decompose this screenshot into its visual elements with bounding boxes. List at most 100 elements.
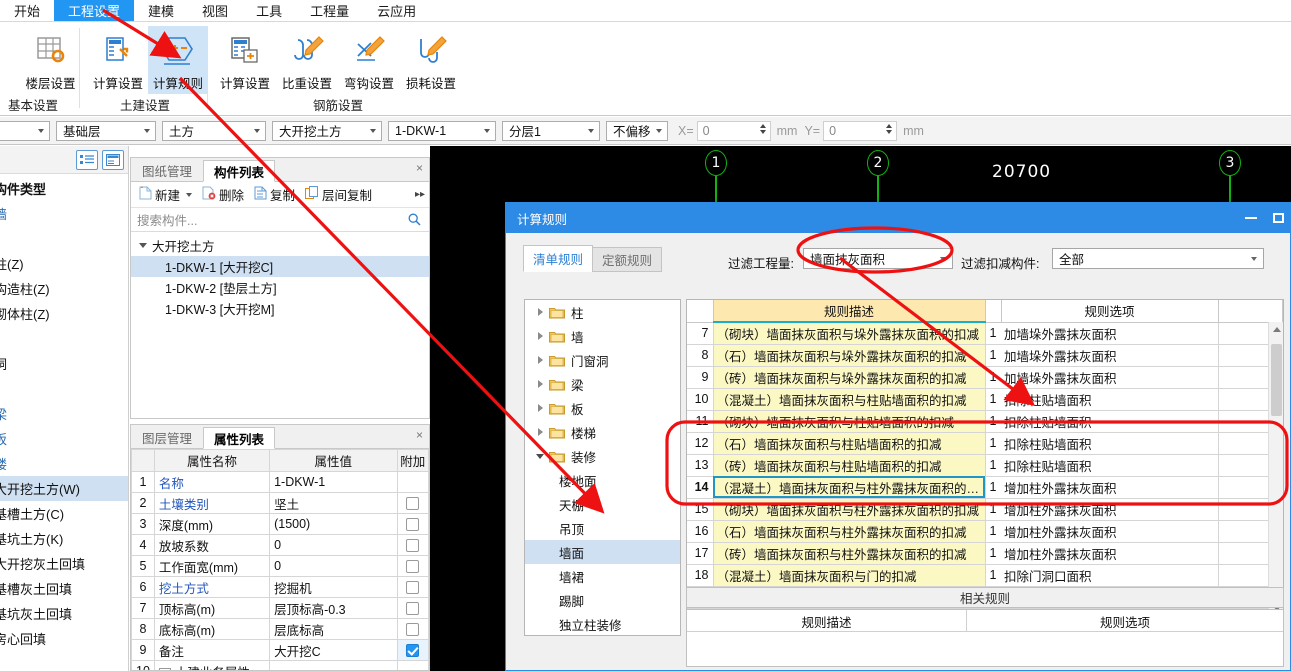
component-toolbar-delete[interactable]: 删除	[198, 185, 248, 204]
rule-tree-node-10[interactable]: 墙面	[525, 540, 680, 564]
rule-description[interactable]: （砌块）墙面抹灰面积与柱外露抹灰面积的扣减	[713, 498, 986, 521]
chevron-right-icon[interactable]	[531, 308, 549, 316]
properties-row[interactable]: 3 深度(mm) (1500)	[131, 513, 429, 535]
combo-layer[interactable]: 分层1	[502, 120, 600, 141]
properties-row-append[interactable]	[396, 597, 429, 619]
component-type-row-16[interactable]: 基槽灰土回填	[0, 576, 128, 601]
properties-row-append[interactable]	[396, 639, 429, 661]
search-component-input[interactable]: 搜索构件...	[131, 208, 429, 232]
properties-row-value[interactable]: (1500)	[269, 513, 398, 535]
rules-table-row[interactable]: 11 （砌块）墙面抹灰面积与柱贴墙面积的扣减 1 扣除柱贴墙面积	[687, 410, 1283, 433]
properties-row-append[interactable]	[396, 513, 429, 535]
chevron-right-icon[interactable]	[531, 404, 549, 412]
chevron-down-icon[interactable]	[531, 453, 549, 459]
ribbon-tab-6[interactable]: 云应用	[363, 0, 430, 21]
properties-row[interactable]: 9 备注 大开挖C	[131, 639, 429, 661]
ribbon-button-floor-settings[interactable]: 楼层设置	[21, 26, 80, 92]
rules-table-row[interactable]: 14 （混凝土）墙面抹灰面积与柱外露抹灰面积的… 1 增加柱外露抹灰面积	[687, 476, 1283, 499]
rule-tree-node-0[interactable]: 柱	[525, 300, 680, 324]
filter-quantity-combo[interactable]: 墙面抹灰面积	[803, 248, 953, 269]
checkbox-icon[interactable]	[406, 644, 420, 658]
component-item-1[interactable]: 1-DKW-2 [垫层土方]	[131, 277, 429, 298]
properties-row[interactable]: 5 工作面宽(mm) 0	[131, 555, 429, 577]
ribbon-button-weight-settings[interactable]: 比重设置	[276, 26, 338, 92]
rule-tree-node-9[interactable]: 吊顶	[525, 516, 680, 540]
ribbon-button-calc-settings[interactable]: 计算设置	[88, 26, 148, 92]
expand-icon[interactable]: +	[158, 667, 171, 670]
rule-description[interactable]: （砌块）墙面抹灰面积与垛外露抹灰面积的扣减	[713, 322, 986, 345]
combo-unnamed[interactable]	[0, 120, 50, 141]
properties-row-value[interactable]: 0	[269, 555, 398, 577]
rule-option[interactable]: 扣除柱贴墙面积	[1001, 388, 1219, 411]
combo-offset[interactable]: 不偏移	[606, 120, 668, 141]
component-type-row-15[interactable]: 大开挖灰土回填	[0, 551, 128, 576]
ribbon-tab-5[interactable]: 工程量	[296, 0, 363, 21]
ribbon-button-loss-settings[interactable]: 损耗设置	[400, 26, 462, 92]
rule-option[interactable]: 增加柱外露抹灰面积	[1001, 542, 1219, 565]
rule-option[interactable]: 扣除柱贴墙面积	[1001, 410, 1219, 433]
ribbon-tab-1[interactable]: 工程设置	[54, 0, 135, 21]
properties-row[interactable]: 6 挖土方式 挖掘机	[131, 576, 429, 598]
component-panel-tab-1[interactable]: 图纸管理	[131, 159, 203, 181]
rule-tree-node-11[interactable]: 墙裙	[525, 564, 680, 588]
rule-option[interactable]: 扣除柱贴墙面积	[1001, 432, 1219, 455]
properties-row-value[interactable]: 大开挖C	[269, 639, 398, 661]
rule-tree-node-5[interactable]: 楼梯	[525, 420, 680, 444]
ribbon-tab-4[interactable]: 工具	[242, 0, 296, 21]
dialog-titlebar[interactable]: 计算规则	[506, 203, 1290, 233]
ribbon-button-calc-rules[interactable]: 计算规则	[148, 26, 208, 94]
rules-table-row[interactable]: 15 （砌块）墙面抹灰面积与柱外露抹灰面积的扣减 1 增加柱外露抹灰面积	[687, 498, 1283, 521]
rules-table-row[interactable]: 9 （砖）墙面抹灰面积与垛外露抹灰面积的扣减 1 加墙垛外露抹灰面积	[687, 366, 1283, 389]
component-type-row-18[interactable]: 房心回填	[0, 626, 128, 651]
rule-description[interactable]: （混凝土）墙面抹灰面积与门的扣减	[713, 564, 986, 587]
close-icon[interactable]: ×	[416, 428, 423, 442]
component-item-2[interactable]: 1-DKW-3 [大开挖M]	[131, 298, 429, 319]
component-type-row-0[interactable]: 构件类型	[0, 176, 128, 201]
spinner-arrows-icon[interactable]	[886, 123, 893, 134]
component-type-row-5[interactable]: 砌体柱(Z)	[0, 301, 128, 326]
minimize-icon[interactable]	[1245, 217, 1257, 219]
chevron-right-icon[interactable]	[531, 332, 549, 340]
ribbon-tab-2[interactable]: 建模	[134, 0, 188, 21]
properties-row-value[interactable]: 挖掘机	[269, 576, 398, 598]
rule-description[interactable]: （石）墙面抹灰面积与柱贴墙面积的扣减	[713, 432, 986, 455]
rule-tree-node-1[interactable]: 墙	[525, 324, 680, 348]
rules-table-row[interactable]: 10 （混凝土）墙面抹灰面积与柱贴墙面积的扣减 1 扣除柱贴墙面积	[687, 388, 1283, 411]
properties-row-append[interactable]	[396, 576, 429, 598]
rule-description[interactable]: （砌块）墙面抹灰面积与柱贴墙面积的扣减	[713, 410, 986, 433]
chevron-right-icon[interactable]	[531, 380, 549, 388]
rules-table-row[interactable]: 16 （石）墙面抹灰面积与柱外露抹灰面积的扣减 1 增加柱外露抹灰面积	[687, 520, 1283, 543]
axis-bubble-1[interactable]: 1	[705, 150, 727, 176]
rule-option[interactable]: 扣除柱贴墙面积	[1001, 454, 1219, 477]
component-type-row-12[interactable]: 大开挖土方(W)	[0, 476, 128, 501]
rule-tree-node-7[interactable]: 楼地面	[525, 468, 680, 492]
rule-option[interactable]: 加墙垛外露抹灰面积	[1001, 322, 1219, 345]
rule-option[interactable]: 增加柱外露抹灰面积	[1001, 520, 1219, 543]
rule-description[interactable]: （砖）墙面抹灰面积与柱外露抹灰面积的扣减	[713, 542, 986, 565]
rule-option[interactable]: 加墙垛外露抹灰面积	[1001, 344, 1219, 367]
axis-bubble-2[interactable]: 2	[867, 150, 889, 176]
checkbox-icon[interactable]	[406, 560, 420, 574]
component-type-row-13[interactable]: 基槽土方(C)	[0, 501, 128, 526]
component-type-row-10[interactable]: 板	[0, 426, 128, 451]
rules-table-row[interactable]: 7 （砌块）墙面抹灰面积与垛外露抹灰面积的扣减 1 加墙垛外露抹灰面积	[687, 322, 1283, 345]
scroll-up-icon[interactable]	[1269, 322, 1283, 336]
scrollbar-thumb[interactable]	[1271, 344, 1282, 416]
rules-table-row[interactable]: 12 （石）墙面抹灰面积与柱贴墙面积的扣减 1 扣除柱贴墙面积	[687, 432, 1283, 455]
rules-table-row[interactable]: 13 （砖）墙面抹灰面积与柱贴墙面积的扣减 1 扣除柱贴墙面积	[687, 454, 1283, 477]
spinner-arrows-icon[interactable]	[759, 123, 766, 134]
properties-row[interactable]: 2 土壤类别 坚土	[131, 492, 429, 514]
combo-category[interactable]: 土方	[162, 120, 266, 141]
component-toolbar-copy[interactable]: 复制	[250, 185, 299, 204]
rule-option[interactable]: 扣除门洞口面积	[1001, 564, 1219, 587]
list-view-icon[interactable]	[76, 149, 98, 170]
rule-option[interactable]: 增加柱外露抹灰面积	[1001, 498, 1219, 521]
component-type-row-7[interactable]: 洞	[0, 351, 128, 376]
properties-row-value[interactable]: 坚土	[269, 492, 398, 514]
properties-row-append[interactable]	[396, 555, 429, 577]
x-offset-input[interactable]: 0	[696, 120, 771, 141]
component-toolbar-copy-between-floors[interactable]: 层间复制	[301, 185, 376, 204]
ribbon-button-rebar-calc-settings[interactable]: 计算设置	[214, 26, 276, 92]
combo-component[interactable]: 1-DKW-1	[388, 120, 496, 141]
properties-tab-0[interactable]: 属性列表	[203, 427, 276, 449]
